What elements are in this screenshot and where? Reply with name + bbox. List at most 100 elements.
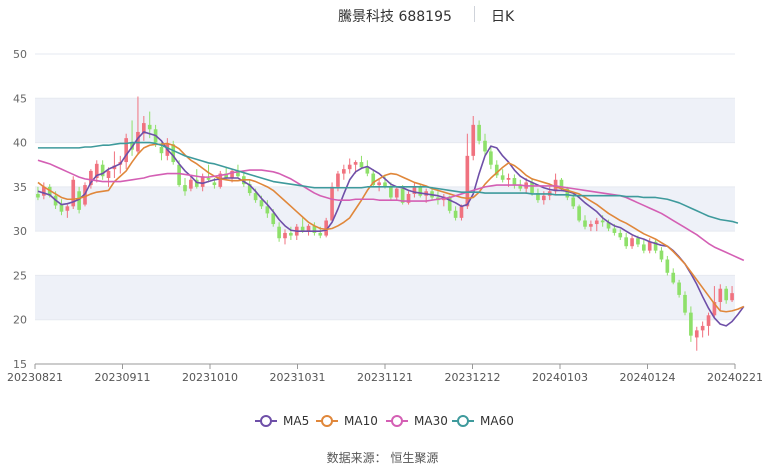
- candle-body: [36, 193, 40, 198]
- legend-marker-ma10: [316, 415, 338, 427]
- x-tick-label: 20240221: [707, 371, 763, 384]
- y-tick-label: 35: [13, 181, 27, 194]
- candle-body: [212, 182, 217, 186]
- x-tick-label: 20230911: [95, 371, 151, 384]
- candle-body: [542, 195, 546, 201]
- candle-body: [359, 162, 364, 168]
- y-tick-label: 40: [13, 137, 27, 150]
- candle-body: [389, 186, 393, 198]
- candle-body: [630, 238, 634, 247]
- candle-body: [206, 178, 211, 180]
- legend-label-ma10: MA10: [344, 414, 378, 428]
- x-tick-label: 20231031: [270, 371, 326, 384]
- candle-body: [500, 175, 505, 180]
- candle-body: [471, 124, 476, 156]
- candle-body: [483, 140, 487, 152]
- candle-body: [59, 204, 64, 212]
- candle-body: [506, 178, 511, 180]
- legend-item-ma10[interactable]: MA10: [316, 413, 378, 429]
- candle-body: [259, 200, 264, 207]
- candle-body: [253, 193, 258, 201]
- y-tick-label: 20: [13, 314, 27, 327]
- x-tick-label: 20230821: [7, 371, 63, 384]
- grid-band: [35, 186, 735, 232]
- x-tick-label: 20240124: [620, 371, 676, 384]
- data-source: 数据来源： 恒生聚源: [326, 451, 439, 465]
- candle-body: [353, 162, 358, 165]
- candle-body: [65, 206, 70, 211]
- candle-body: [318, 232, 323, 236]
- candle-body: [136, 131, 140, 152]
- legend-item-ma5[interactable]: MA5: [255, 413, 309, 429]
- candle-body: [489, 151, 493, 165]
- candle-body: [694, 330, 699, 338]
- chart-page: 騰景科技 688195 日K 15 20 25 30 35 40 45 50 20230821 2…: [0, 0, 765, 465]
- candle-body: [689, 312, 693, 336]
- x-tick-label: 20240103: [532, 371, 588, 384]
- candle-body: [283, 232, 287, 239]
- candle-body: [594, 220, 599, 225]
- candle-body: [147, 124, 152, 130]
- y-tick-label: 30: [13, 225, 27, 238]
- candle-body: [677, 282, 681, 295]
- candle-body: [289, 232, 293, 236]
- candle-body: [377, 182, 381, 186]
- y-tick-label: 25: [13, 269, 27, 282]
- candle-body: [718, 288, 723, 302]
- candle-body: [159, 147, 164, 154]
- legend-marker-ma60: [452, 415, 474, 427]
- grid-band: [35, 275, 735, 320]
- candle-body: [512, 178, 517, 186]
- candle-body: [336, 173, 340, 187]
- candle-body: [589, 224, 593, 227]
- y-tick-label: 15: [13, 358, 27, 371]
- candle-body: [624, 237, 628, 247]
- candle-body: [342, 169, 346, 174]
- legend-label-ma60: MA60: [480, 414, 514, 428]
- candle-body: [171, 144, 176, 163]
- candle-body: [277, 226, 281, 239]
- candle-body: [477, 124, 481, 141]
- legend-item-ma60[interactable]: MA60: [452, 413, 514, 429]
- candle-body: [665, 259, 670, 273]
- candle-body: [265, 206, 270, 214]
- candle-body: [530, 182, 534, 194]
- candle-body: [706, 315, 711, 326]
- candle-body: [647, 241, 652, 251]
- candle-body: [330, 186, 334, 221]
- legend-label-ma30: MA30: [414, 414, 448, 428]
- legend-marker-ma5: [255, 415, 277, 427]
- candle-body: [659, 250, 664, 260]
- candle-body: [124, 138, 128, 163]
- x-tick-label: 20231121: [357, 371, 413, 384]
- candle-body: [347, 164, 352, 170]
- candle-body: [577, 206, 581, 221]
- candle-body: [394, 188, 399, 198]
- legend: MA5 MA10 MA30 MA60: [0, 413, 765, 429]
- y-tick-label: 50: [13, 48, 27, 61]
- candle-body: [700, 325, 705, 331]
- candle-body: [183, 185, 187, 192]
- candle-body: [583, 220, 587, 227]
- legend-item-ma30[interactable]: MA30: [386, 413, 448, 429]
- legend-label-ma5: MA5: [283, 414, 310, 428]
- candle-body: [642, 244, 646, 251]
- candle-body: [453, 210, 458, 218]
- candle-body: [683, 294, 687, 313]
- candle-body: [418, 186, 423, 196]
- candle-body: [365, 167, 370, 174]
- candle-body: [671, 272, 676, 283]
- candle-body: [189, 179, 193, 189]
- candle-body: [271, 213, 276, 225]
- y-tick-label: 45: [13, 92, 27, 105]
- candle-body: [177, 164, 181, 186]
- x-tick-label: 20231212: [445, 371, 501, 384]
- candle-body: [724, 288, 728, 301]
- candle-body: [612, 228, 617, 233]
- candle-body: [106, 170, 111, 178]
- candle-body: [730, 293, 734, 301]
- x-tick-label: 20231010: [182, 371, 238, 384]
- candle-body: [459, 206, 464, 218]
- kline-chart: 15 20 25 30 35 40 45 50 20230821 20230911 20231010…: [7, 48, 763, 384]
- candle-body: [636, 238, 640, 245]
